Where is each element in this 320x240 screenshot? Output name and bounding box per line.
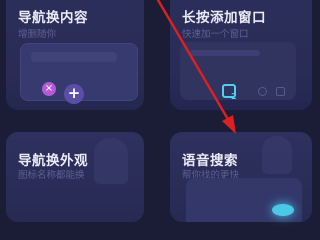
- annotation-arrow: [156, 0, 236, 134]
